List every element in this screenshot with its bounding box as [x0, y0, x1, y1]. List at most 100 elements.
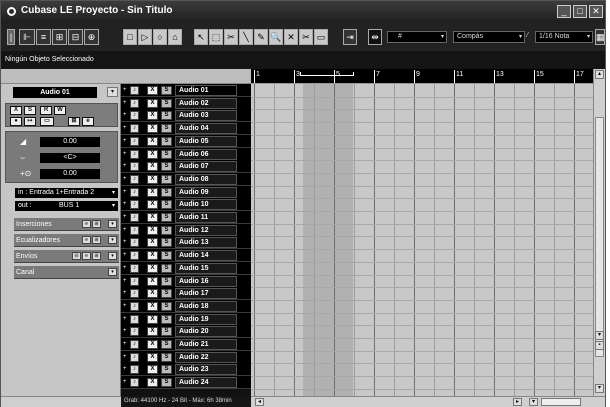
scroll-down-icon[interactable]: ▾	[595, 331, 604, 340]
mute-button[interactable]: X	[147, 187, 158, 197]
draw-tool-button[interactable]: ✎	[254, 29, 268, 45]
mute-button[interactable]: X	[147, 340, 158, 349]
track-name[interactable]: Audio 03	[175, 110, 237, 122]
section-collapse-icon[interactable]: ▾	[108, 268, 117, 276]
inspector-timebase-button[interactable]: ▭	[40, 117, 54, 126]
edit-button[interactable]: ⊞	[92, 236, 101, 244]
inspector-track-name[interactable]: Audio 01	[13, 87, 97, 98]
grid-type-select[interactable]: Compás ▾	[453, 31, 525, 43]
expand-track-icon[interactable]: +	[123, 214, 128, 221]
track-name[interactable]: Audio 12	[175, 224, 237, 236]
inspector-edit-button[interactable]: e	[82, 117, 94, 126]
track-name[interactable]: Audio 07	[175, 161, 237, 173]
expand-track-icon[interactable]: +	[123, 100, 128, 107]
output-routing-select[interactable]: out : BUS 1 ▾	[15, 201, 118, 211]
snap-mode-select[interactable]: # ▾	[387, 31, 447, 43]
mute-button[interactable]: X	[147, 238, 158, 248]
range-tool-button[interactable]: ⬚	[209, 29, 223, 45]
expand-track-icon[interactable]: +	[123, 125, 128, 132]
mixer-button[interactable]: ⊟	[68, 29, 83, 45]
solo-button[interactable]: S	[161, 352, 172, 362]
expand-track-icon[interactable]: +	[123, 201, 128, 208]
track-name[interactable]: Audio 18	[175, 300, 237, 312]
section-collapse-icon[interactable]: ▾	[108, 236, 117, 244]
track-row[interactable]: + ♪ X S Audio 13	[121, 236, 251, 250]
solo-button[interactable]: S	[161, 98, 172, 108]
track-name[interactable]: Audio 21	[175, 339, 237, 350]
mute-button[interactable]: X	[147, 213, 158, 222]
expand-track-icon[interactable]: +	[123, 316, 128, 323]
track-row[interactable]: + ♪ X S Audio 11	[121, 211, 251, 224]
solo-button[interactable]: S	[161, 327, 172, 337]
expand-track-icon[interactable]: +	[123, 151, 128, 158]
mute-button[interactable]: X	[147, 352, 158, 362]
track-row[interactable]: + ♪ X S Audio 08	[121, 172, 251, 186]
record-button[interactable]: ○	[153, 29, 167, 45]
expand-track-icon[interactable]: +	[123, 252, 128, 259]
zoom-menu-icon[interactable]: ▾	[529, 398, 538, 406]
track-name[interactable]: Audio 13	[175, 237, 237, 249]
erase-tool-button[interactable]: ✕	[284, 29, 298, 45]
glue-tool-button[interactable]: ╲	[239, 29, 253, 45]
prefader-button[interactable]: ⊟	[72, 252, 81, 260]
solo-button[interactable]: S	[161, 200, 172, 210]
section-collapse-icon[interactable]: ▾	[108, 220, 117, 228]
track-name[interactable]: Audio 04	[175, 123, 237, 135]
solo-button[interactable]: S	[161, 365, 172, 375]
section-canal[interactable]: Canal ▾	[14, 266, 119, 279]
track-name[interactable]: Audio 10	[175, 199, 237, 211]
track-row[interactable]: + ♪ X S Audio 14	[121, 249, 251, 263]
loop-range-marker[interactable]	[300, 72, 354, 76]
mute-button[interactable]: X	[147, 378, 158, 388]
solo-button[interactable]: S	[161, 340, 172, 349]
mute-button[interactable]: X	[147, 301, 158, 311]
mute-button[interactable]: X	[147, 327, 158, 337]
mute-button[interactable]: X	[147, 124, 158, 134]
section-envios[interactable]: Envíos ⊟ e ⊞ ▾	[14, 250, 119, 263]
track-row[interactable]: + ♪ X S Audio 20	[121, 325, 251, 339]
expand-track-icon[interactable]: +	[123, 265, 128, 272]
expand-track-icon[interactable]: +	[123, 87, 128, 94]
track-name[interactable]: Audio 24	[175, 377, 237, 389]
track-row[interactable]: + ♪ X S Audio 22	[121, 350, 251, 364]
minimize-button[interactable]: _	[557, 5, 571, 18]
track-row[interactable]: + ♪ X S Audio 03	[121, 109, 251, 123]
bypass-button[interactable]: e	[82, 220, 91, 228]
vertical-scrollbar[interactable]: ▴ ▾ ▪ ▾	[593, 69, 605, 396]
track-row[interactable]: + ♪ X S Audio 24	[121, 376, 251, 390]
expand-track-icon[interactable]: +	[123, 138, 128, 145]
inspector-monitor-button[interactable]: ↦	[24, 117, 36, 126]
track-row[interactable]: + ♪ X S Audio 07	[121, 160, 251, 174]
solo-button[interactable]: S	[161, 187, 172, 197]
track-name[interactable]: Audio 01	[175, 85, 237, 96]
vertical-scroll-thumb[interactable]	[595, 117, 604, 357]
track-name[interactable]: Audio 19	[175, 313, 237, 325]
solo-button[interactable]: S	[161, 174, 172, 184]
solo-button[interactable]: S	[161, 149, 172, 159]
solo-button[interactable]: S	[161, 213, 172, 222]
track-name[interactable]: Audio 06	[175, 148, 237, 160]
track-name[interactable]: Audio 17	[175, 288, 237, 300]
inspector-mute-button[interactable]: X	[10, 106, 22, 115]
zoom-in-vertical-icon[interactable]: ▪	[595, 341, 604, 350]
horizontal-scroll-thumb[interactable]	[541, 398, 581, 406]
horizontal-scrollbar[interactable]: ◂ ▸ ▾	[251, 396, 605, 407]
expand-track-icon[interactable]: +	[123, 163, 128, 170]
mute-button[interactable]: X	[147, 263, 158, 273]
delay-field[interactable]: 0.00	[40, 169, 100, 179]
quantize-select[interactable]: 1/16 Nota ▾	[535, 31, 593, 43]
solo-button[interactable]: S	[161, 136, 172, 146]
scroll-up-icon[interactable]: ▴	[595, 70, 604, 79]
bypass-button[interactable]: e	[82, 252, 91, 260]
select-tool-button[interactable]: ↖	[194, 29, 208, 45]
mute-button[interactable]: X	[147, 149, 158, 159]
volume-field[interactable]: 0.00	[40, 137, 100, 147]
mute-button[interactable]: X	[147, 225, 158, 235]
inspector-lock-button[interactable]: ⊞	[68, 117, 80, 126]
track-row[interactable]: + ♪ X S Audio 18	[121, 299, 251, 313]
expand-track-icon[interactable]: +	[123, 189, 128, 196]
scroll-right-icon[interactable]: ▸	[513, 398, 522, 406]
track-row[interactable]: + ♪ X S Audio 17	[121, 287, 251, 301]
title-bar[interactable]: Cubase LE Proyecto - Sin Titulo _ □ ✕	[1, 1, 605, 23]
section-collapse-icon[interactable]: ▾	[108, 252, 117, 260]
